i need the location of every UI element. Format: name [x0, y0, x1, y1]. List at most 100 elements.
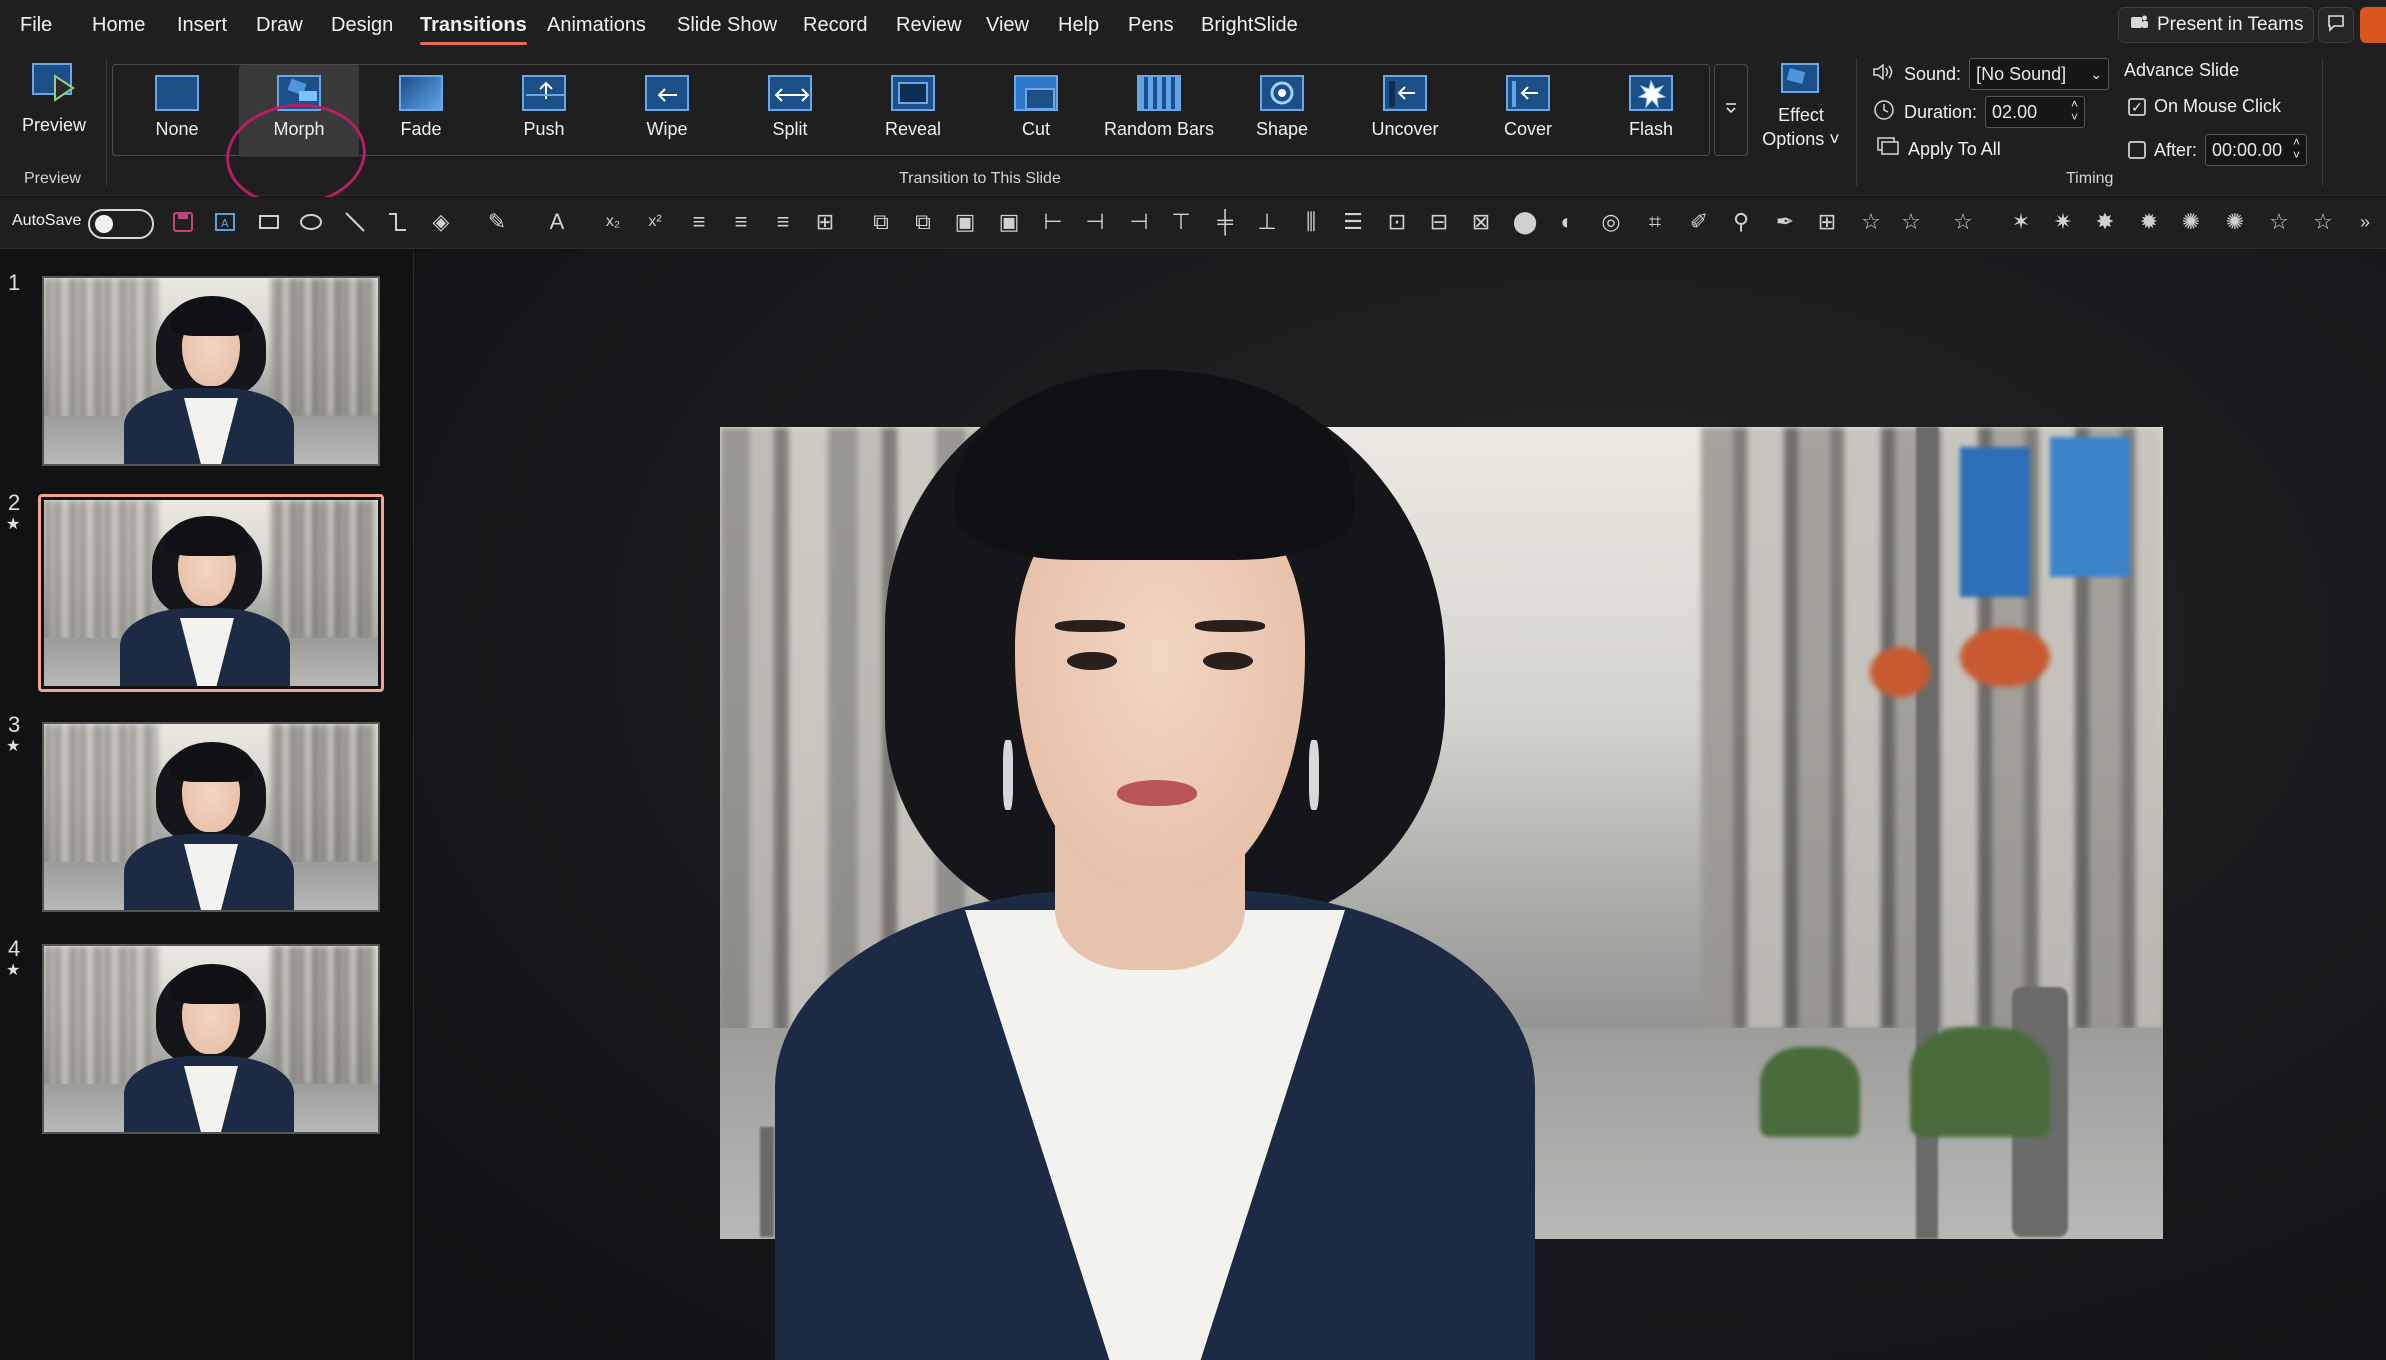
gallery-more-button[interactable]: [1714, 64, 1748, 156]
after-checkbox[interactable]: [2128, 141, 2146, 159]
group-icon[interactable]: ⊡: [1382, 207, 1412, 237]
transition-wipe[interactable]: Wipe: [607, 65, 727, 157]
menu-pens[interactable]: Pens: [1128, 14, 1174, 37]
share-button[interactable]: [2360, 7, 2386, 43]
font-color-icon[interactable]: A: [542, 207, 572, 237]
transition-flash[interactable]: Flash: [1591, 65, 1711, 157]
slide-editing-canvas[interactable]: [415, 250, 2386, 1360]
align-middle-icon[interactable]: ⊣: [1080, 207, 1110, 237]
align-left-objects-icon[interactable]: ⊢: [1038, 207, 1068, 237]
transition-random-bars[interactable]: Random Bars: [1099, 65, 1219, 157]
menu-slide-show[interactable]: Slide Show: [677, 14, 777, 37]
distribute-horizontal-icon[interactable]: ⫼: [1296, 207, 1326, 237]
slide-1-photo: [44, 278, 378, 464]
menu-home[interactable]: Home: [92, 14, 145, 37]
menu-draw[interactable]: Draw: [256, 14, 303, 37]
effect-options-button[interactable]: Effect Options ˅: [1756, 62, 1846, 158]
align-left-icon[interactable]: ≡: [684, 207, 714, 237]
star-outline-2-icon[interactable]: ☆: [2264, 207, 2294, 237]
on-mouse-click-row[interactable]: ✓ On Mouse Click: [2128, 96, 2281, 117]
slide-thumbnail-2[interactable]: [38, 494, 384, 692]
merge-union-icon[interactable]: ⬤: [1510, 207, 1540, 237]
crop-icon[interactable]: ⌗: [1640, 207, 1670, 237]
transition-reveal[interactable]: Reveal: [853, 65, 973, 157]
star-12-icon[interactable]: ✺: [2176, 207, 2206, 237]
after-time-spinner[interactable]: 00:00.00 ˄ ˅: [2205, 134, 2308, 166]
align-center-icon[interactable]: ≡: [726, 207, 756, 237]
transition-morph[interactable]: Morph: [239, 65, 359, 157]
edit-points-icon[interactable]: ✐: [1684, 207, 1714, 237]
autosave-toggle[interactable]: [88, 209, 154, 239]
transition-shape[interactable]: Shape: [1222, 65, 1342, 157]
menu-insert[interactable]: Insert: [177, 14, 227, 37]
star-8-icon[interactable]: ✸: [2090, 207, 2120, 237]
transition-none[interactable]: None: [117, 65, 237, 157]
menu-brightslide[interactable]: BrightSlide: [1201, 14, 1298, 37]
send-to-back-icon[interactable]: ▣: [994, 207, 1024, 237]
menu-transitions[interactable]: Transitions: [420, 14, 527, 45]
star-dropdown-icon[interactable]: ☆: [1896, 207, 1926, 237]
menu-design[interactable]: Design: [331, 14, 393, 37]
star-16-icon[interactable]: ✺: [2220, 207, 2250, 237]
brightslide-tool-icon[interactable]: ⊞: [1812, 207, 1842, 237]
elbow-connector-icon[interactable]: [382, 207, 412, 237]
slide-thumbnail-4[interactable]: [42, 944, 380, 1134]
preview-button[interactable]: Preview: [12, 62, 96, 152]
sound-dropdown[interactable]: [No Sound] ⌄: [1969, 58, 2110, 90]
star-dropdown-2-icon[interactable]: ☆: [1948, 207, 1978, 237]
shape-outline-icon[interactable]: ✎: [482, 207, 512, 237]
merge-intersect-icon[interactable]: ◎: [1596, 207, 1626, 237]
star-6-icon[interactable]: ✶: [2006, 207, 2036, 237]
regroup-icon[interactable]: ⊠: [1466, 207, 1496, 237]
format-painter-icon[interactable]: ✒: [1770, 207, 1800, 237]
menu-help[interactable]: Help: [1058, 14, 1099, 37]
star-outline-3-icon[interactable]: ☆: [2308, 207, 2338, 237]
align-center-vertical-icon[interactable]: ╪: [1210, 207, 1240, 237]
star-10-icon[interactable]: ✹: [2134, 207, 2164, 237]
menu-record[interactable]: Record: [803, 14, 867, 37]
more-commands-icon[interactable]: »: [2350, 207, 2380, 237]
comments-button[interactable]: [2318, 7, 2354, 43]
line-icon[interactable]: [340, 207, 370, 237]
transition-cut[interactable]: Cut: [976, 65, 1096, 157]
star-outline-icon[interactable]: ☆: [1856, 207, 1886, 237]
present-in-teams-button[interactable]: Present in Teams: [2118, 7, 2314, 43]
bring-to-front-icon[interactable]: ▣: [950, 207, 980, 237]
align-right-objects-icon[interactable]: ⊣: [1124, 207, 1154, 237]
slide-person-cutout[interactable]: [655, 370, 1655, 1360]
distribute-vertical-icon[interactable]: ☰: [1338, 207, 1368, 237]
merge-combine-icon[interactable]: ◐: [1552, 207, 1582, 237]
send-backward-icon[interactable]: ⧉: [908, 207, 938, 237]
menu-view[interactable]: View: [986, 14, 1029, 37]
transition-fade[interactable]: Fade: [361, 65, 481, 157]
transition-push[interactable]: Push: [484, 65, 604, 157]
bring-forward-icon[interactable]: ⧉: [866, 207, 896, 237]
slide-thumbnail-1[interactable]: [42, 276, 380, 466]
subscript-icon[interactable]: x₂: [598, 207, 628, 237]
duration-spinner[interactable]: 02.00 ˄ ˅: [1985, 96, 2086, 128]
transition-cover[interactable]: Cover: [1468, 65, 1588, 157]
eyedropper-icon[interactable]: ⚲: [1726, 207, 1756, 237]
transition-uncover[interactable]: Uncover: [1345, 65, 1465, 157]
align-bottom-icon[interactable]: ⊥: [1252, 207, 1282, 237]
save-icon[interactable]: [168, 207, 198, 237]
menu-review[interactable]: Review: [896, 14, 962, 37]
transition-split[interactable]: Split: [730, 65, 850, 157]
star-7-icon[interactable]: ✷: [2048, 207, 2078, 237]
spinner-arrows-icon[interactable]: ˄ ˅: [2293, 136, 2300, 162]
on-mouse-click-checkbox[interactable]: ✓: [2128, 97, 2146, 116]
text-direction-icon[interactable]: ⊞: [810, 207, 840, 237]
oval-icon[interactable]: [296, 207, 326, 237]
apply-to-all-button[interactable]: Apply To All: [1876, 136, 2001, 163]
rectangle-icon[interactable]: [254, 207, 284, 237]
superscript-icon[interactable]: x²: [640, 207, 670, 237]
shape-fill-icon[interactable]: ◈: [426, 207, 456, 237]
ungroup-icon[interactable]: ⊟: [1424, 207, 1454, 237]
spinner-arrows-icon[interactable]: ˄ ˅: [2071, 98, 2078, 124]
text-box-icon[interactable]: A: [210, 207, 240, 237]
menu-animations[interactable]: Animations: [547, 14, 646, 37]
align-top-icon[interactable]: ⊤: [1166, 207, 1196, 237]
menu-file[interactable]: File: [20, 14, 52, 37]
slide-thumbnail-3[interactable]: [42, 722, 380, 912]
align-right-icon[interactable]: ≡: [768, 207, 798, 237]
